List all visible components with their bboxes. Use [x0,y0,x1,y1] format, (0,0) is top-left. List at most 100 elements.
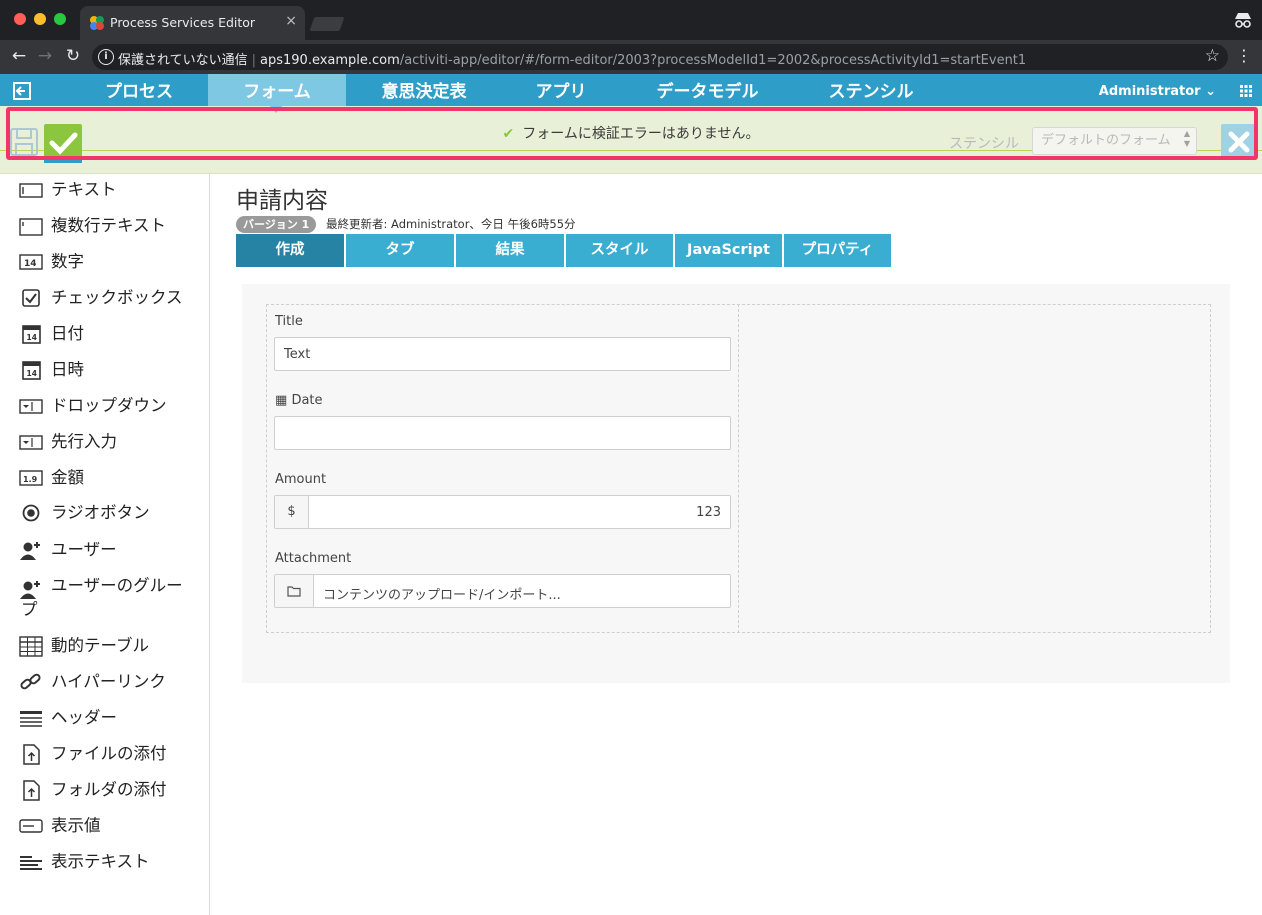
window-zoom-button[interactable] [54,13,66,25]
browser-tab[interactable]: Process Services Editor × [80,6,305,40]
version-badge: バージョン 1 [236,216,317,233]
nav-data-models[interactable]: データモデル [630,74,785,106]
amount-field-label: Amount [275,472,327,487]
amount-field-value: 123 [696,505,721,520]
palette-label: ラジオボタン [51,503,150,522]
window-close-button[interactable] [14,13,26,25]
browser-titlebar: Process Services Editor × [0,0,1262,40]
user-name: Administrator [1098,84,1201,99]
svg-text:14: 14 [27,369,37,378]
calendar-time-icon: 14 [22,361,41,380]
folder-attach-icon [23,780,40,801]
url-path: /activiti-app/editor/#/form-editor/2003?… [399,53,1027,68]
title-field-value: Text [284,347,311,362]
attachment-field-label: Attachment [275,551,352,566]
highlight-annotation [6,107,1258,160]
tab-properties[interactable]: プロパティ [784,234,891,267]
palette-label: 数字 [51,252,84,271]
nav-forms[interactable]: フォーム [208,74,346,106]
tab-outcomes[interactable]: 結果 [456,234,564,267]
palette-label: 複数行テキスト [51,216,167,235]
incognito-icon [1235,13,1251,28]
palette-label: ハイパーリンク [51,672,166,691]
tab-design[interactable]: 作成 [236,234,344,267]
number-icon: 14 [19,254,43,270]
validate-button-underline [44,160,82,163]
app-navbar: プロセス フォーム 意思決定表 アプリ データモデル ステンシル Adminis… [0,74,1262,106]
palette-label: 先行入力 [51,432,117,451]
folder-icon [287,586,301,597]
currency-addon: $ [275,496,309,528]
calendar-icon: ▦ [275,393,288,408]
palette-label: 日時 [51,360,84,379]
calendar-icon: 14 [22,325,41,344]
table-icon [19,636,43,657]
browser-toolbar: ← → ↻ i 保護されていない通信 | aps190.example.com/ac… [0,40,1262,74]
nav-processes[interactable]: プロセス [70,74,208,106]
user-add-icon [20,542,40,560]
container-column-divider [738,304,739,633]
display-text-icon [20,856,42,870]
nav-apps[interactable]: アプリ [505,74,617,106]
title-field-label: Title [275,314,303,329]
nav-stencils[interactable]: ステンシル [800,74,942,106]
nav-decision-tables[interactable]: 意思決定表 [353,74,495,106]
date-field[interactable] [274,416,731,450]
dropdown-icon [19,399,43,414]
display-value-icon [19,819,43,833]
url-text: 保護されていない通信 | aps190.example.com/activiti-a… [118,49,1026,68]
user-menu[interactable]: Administrator ⌄ [1099,84,1216,99]
amount-icon: 1.9 [19,470,43,486]
url-security-label: 保護されていない通信 [118,53,248,68]
palette-label: 動的テーブル [51,636,150,655]
address-bar[interactable]: i 保護されていない通信 | aps190.example.com/activiti… [92,44,1228,70]
tab-tabs[interactable]: タブ [346,234,454,267]
palette-label: 表示値 [51,816,101,835]
tab-javascript[interactable]: JavaScript [675,234,782,267]
tab-close-icon[interactable]: × [285,13,297,29]
title-field[interactable]: Text [274,337,731,371]
palette-label: ヘッダー [51,708,117,727]
palette-label-continued: プ [21,600,38,619]
palette-label: チェックボックス [51,288,183,307]
upload-button-text[interactable]: コンテンツのアップロード/インポート... [323,584,561,603]
palette-label: 金額 [51,468,84,487]
header-icon [20,711,42,727]
window-minimize-button[interactable] [34,13,46,25]
browser-menu-icon[interactable]: ⋮ [1236,46,1252,65]
palette-label: テキスト [51,180,117,199]
link-icon [20,673,41,690]
multiline-text-icon [19,218,43,236]
typeahead-icon [19,435,43,450]
date-field-label-text: Date [291,393,323,408]
back-to-landing-icon[interactable] [12,81,32,101]
apps-grid-icon[interactable] [1240,85,1252,97]
attachment-field[interactable]: コンテンツのアップロード/インポート... [274,574,731,608]
text-field-icon [19,183,43,198]
group-add-icon [20,581,40,599]
palette-label: 表示テキスト [51,852,150,871]
radio-icon [22,504,40,522]
info-icon[interactable]: i [98,49,114,65]
bookmark-star-icon[interactable]: ☆ [1205,46,1220,66]
file-attach-icon [23,744,40,765]
url-host: aps190.example.com [260,53,400,68]
favicon-icon [90,16,104,30]
palette-label: ファイルの添付 [51,744,167,763]
svg-text:1.9: 1.9 [23,475,38,484]
svg-text:14: 14 [27,333,37,342]
palette-label: 日付 [51,324,84,343]
folder-addon[interactable] [275,575,314,607]
new-tab-button[interactable] [309,17,345,31]
palette-label: ユーザーのグルー [51,576,183,595]
last-modified-info: 最終更新者: Administrator、今日 午後6時55分 [326,217,576,231]
chevron-down-icon: ⌄ [1205,84,1216,99]
forward-arrow-icon[interactable]: → [34,46,56,66]
url-separator: | [251,53,257,68]
reload-icon[interactable]: ↻ [62,46,84,66]
back-arrow-icon[interactable]: ← [8,46,30,66]
amount-field[interactable]: $ 123 [274,495,731,529]
tab-style[interactable]: スタイル [566,234,673,267]
date-field-label: ▦ Date [275,393,323,408]
palette-label: ドロップダウン [51,396,167,415]
